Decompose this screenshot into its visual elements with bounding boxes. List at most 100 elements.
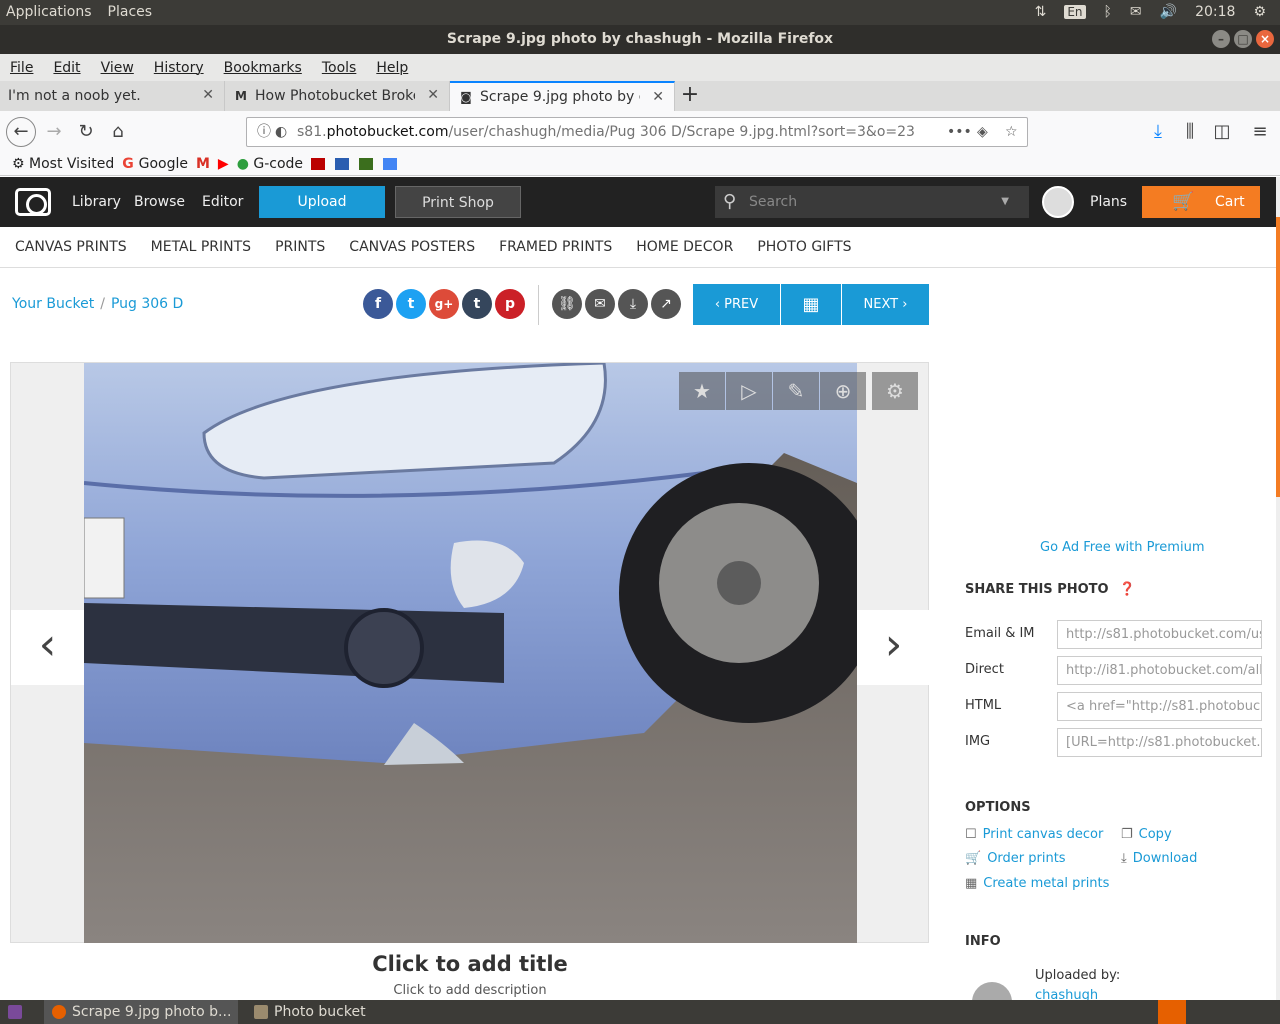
menu-file[interactable]: File [10,60,33,76]
bookmark-most-visited[interactable]: ⚙ Most Visited [12,156,114,172]
order-prints-option[interactable]: 🛒 Order prints [965,851,1066,866]
metal-prints-option[interactable]: ▦ Create metal prints [965,876,1109,891]
upload-button[interactable]: Upload [259,186,385,218]
photobucket-logo-icon[interactable] [15,188,51,216]
print-canvas-option[interactable]: ☐ Print canvas decor [965,827,1103,842]
share-email-field[interactable]: http://s81.photobucket.com/user/chashugh… [1057,620,1262,649]
network-arrows-icon[interactable]: ⇅ [1035,4,1047,20]
bookmark-google[interactable]: G Google [122,156,188,172]
print-shop-button[interactable]: Print Shop [395,186,521,218]
shield-icon[interactable]: ◐ [275,118,287,146]
power-gear-icon[interactable]: ⚙ [1253,4,1266,20]
new-tab-button[interactable]: + [675,81,705,111]
library-icon[interactable]: ⫼ [1176,118,1204,146]
youtube-icon[interactable]: ▶ [218,156,229,172]
help-icon[interactable]: ❓ [1119,582,1135,597]
pocket-icon[interactable]: ◈ [977,118,988,146]
clock[interactable]: 20:18 [1195,4,1235,20]
facebook-icon[interactable]: f [363,289,393,319]
bookmark-star-icon[interactable]: ☆ [1005,118,1018,146]
reload-button[interactable]: ↻ [72,118,100,146]
prev-button[interactable]: ‹ PREV [693,284,780,325]
volume-icon[interactable]: 🔊 [1160,4,1177,20]
pinterest-icon[interactable]: p [495,289,525,319]
bbc-news-icon[interactable] [311,157,326,170]
gmail-icon[interactable]: M [196,156,210,172]
menu-bookmarks[interactable]: Bookmarks [224,60,302,76]
close-tab-icon[interactable]: ✕ [427,87,439,103]
copy-option[interactable]: ❐ Copy [1121,827,1172,842]
download-icon[interactable]: ⤓ [618,289,648,319]
close-tab-icon[interactable]: ✕ [652,89,664,105]
striped-site-icon[interactable] [359,157,374,170]
nav-editor[interactable]: Editor [202,194,243,210]
nav-prints[interactable]: PRINTS [275,239,325,255]
share-direct-field[interactable]: http://i81.photobucket.com/albums/j210/c… [1057,656,1262,685]
go-ad-free-link[interactable]: Go Ad Free with Premium [1040,540,1205,555]
plans-link[interactable]: Plans [1090,194,1127,210]
close-window-button[interactable]: × [1256,30,1274,48]
applications-menu[interactable]: Applications [6,4,92,20]
taskbar-photo-bucket-window[interactable]: Photo bucket [246,1000,396,1024]
settings-gear-icon[interactable]: ⚙ [872,372,918,410]
google-translate-icon[interactable] [383,157,398,170]
menu-help[interactable]: Help [376,60,408,76]
google-plus-icon[interactable]: g+ [429,289,459,319]
breadcrumb-album[interactable]: Pug 306 D [111,296,183,312]
taskbar-firefox-window[interactable]: Scrape 9.jpg photo b... [44,1000,238,1024]
downloads-icon[interactable]: ⤓ [1144,118,1172,146]
close-tab-icon[interactable]: ✕ [202,87,214,103]
menu-view[interactable]: View [101,60,134,76]
bluetooth-icon[interactable]: ᛒ [1104,4,1112,20]
email-icon[interactable]: ✉ [585,289,615,319]
slideshow-play-icon[interactable]: ▷ [726,372,772,410]
bookmark-gcode[interactable]: ● G-code [237,156,303,172]
next-photo-arrow[interactable]: › [857,610,930,685]
scrollbar-thumb[interactable] [1276,217,1280,497]
avatar[interactable] [1042,186,1074,218]
home-button[interactable]: ⌂ [104,118,132,146]
menu-edit[interactable]: Edit [53,60,80,76]
nav-canvas-posters[interactable]: CANVAS POSTERS [349,239,475,255]
search-input[interactable]: ⚲ Search ▼ [715,186,1029,218]
chevron-down-icon[interactable]: ▼ [1001,186,1009,218]
photo-description[interactable]: Click to add description [0,983,940,998]
photo-image[interactable] [84,363,857,943]
share-img-field[interactable]: [URL=http://s81.photobucket.com/user/cha… [1057,728,1262,757]
previous-photo-arrow[interactable]: ‹ [11,610,84,685]
forward-button[interactable]: → [40,118,68,146]
mail-icon[interactable]: ✉ [1130,4,1142,20]
twitter-icon[interactable]: t [396,289,426,319]
page-scrollbar[interactable] [1276,177,1280,1000]
grid-view-button[interactable]: ▦ [781,284,841,325]
tab-how-photobucket[interactable]: M How Photobucket Broke ✕ [225,81,450,111]
breadcrumb-your-bucket[interactable]: Your Bucket [12,296,94,312]
nav-canvas-prints[interactable]: CANVAS PRINTS [15,239,127,255]
nav-metal-prints[interactable]: METAL PRINTS [151,239,251,255]
maximize-button[interactable]: □ [1234,30,1252,48]
nav-framed-prints[interactable]: FRAMED PRINTS [499,239,612,255]
keyboard-language-indicator[interactable]: En [1064,5,1086,19]
share-icon[interactable]: ↗ [651,289,681,319]
nav-browse[interactable]: Browse [134,194,185,210]
download-option[interactable]: ⤓ Download [1121,851,1197,866]
uploader-avatar[interactable] [972,978,1012,1000]
nav-library[interactable]: Library [72,194,121,210]
favorite-star-icon[interactable]: ★ [679,372,725,410]
show-desktop-button[interactable] [0,1000,36,1024]
hamburger-menu-icon[interactable]: ≡ [1246,118,1274,146]
share-html-field[interactable]: <a href="http://s81.photobucket.com/user… [1057,692,1262,721]
back-button[interactable]: ← [6,117,36,147]
zoom-icon[interactable]: ⊕ [820,372,866,410]
info-icon[interactable]: ⓘ [257,118,271,146]
workspace-indicator[interactable] [1158,1000,1186,1024]
places-menu[interactable]: Places [108,4,153,20]
m-site-icon[interactable] [335,157,350,170]
nav-home-decor[interactable]: HOME DECOR [636,239,733,255]
menu-history[interactable]: History [154,60,204,76]
next-button[interactable]: NEXT › [842,284,929,325]
tab-scrape-photo[interactable]: ◙ Scrape 9.jpg photo by chashugh ✕ [450,81,675,111]
tumblr-icon[interactable]: t [462,289,492,319]
url-bar[interactable]: ⓘ ◐ s81.photobucket.com/user/chashugh/me… [246,117,1028,147]
minimize-button[interactable]: – [1212,30,1230,48]
